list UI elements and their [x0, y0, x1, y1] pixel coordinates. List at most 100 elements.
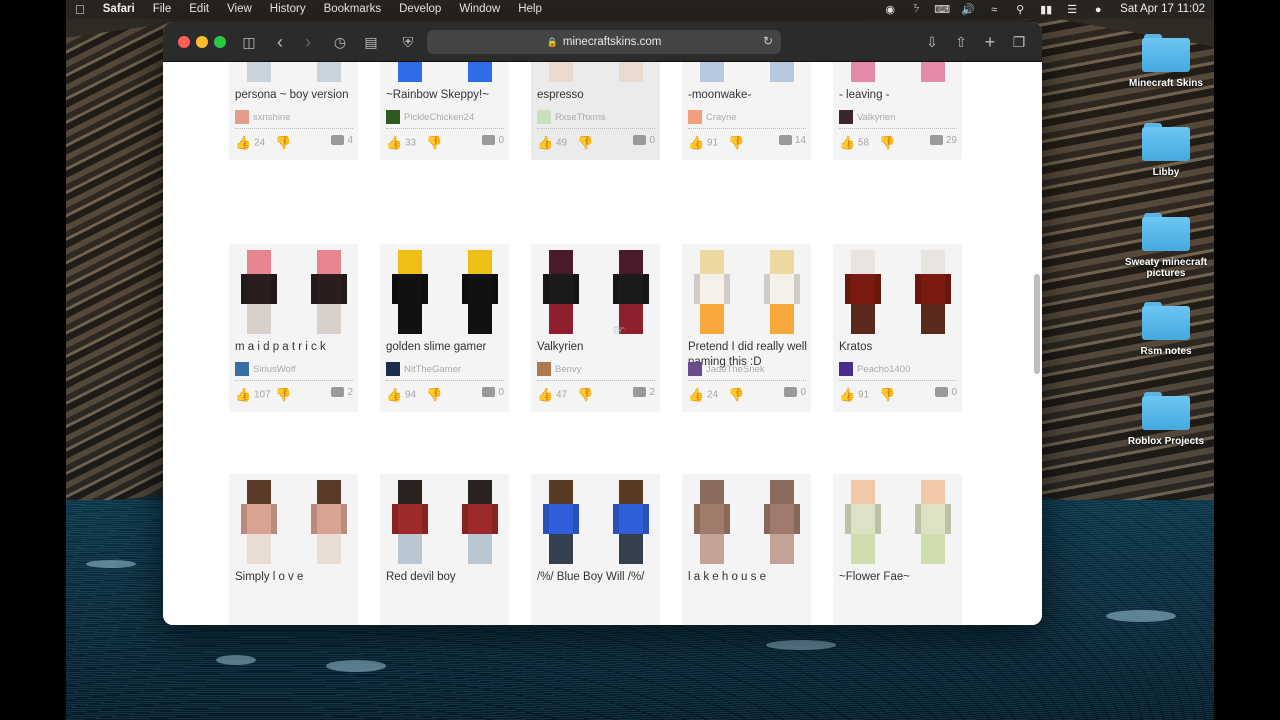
like-button[interactable]: 👍 24 — [688, 387, 718, 403]
forward-button-icon[interactable]: › — [297, 31, 319, 53]
downloads-icon[interactable]: ⇩ — [921, 31, 943, 53]
skin-card[interactable]: Red devil boy — [380, 474, 509, 625]
skin-title[interactable]: Valkyrien — [537, 340, 657, 355]
menu-app-name[interactable]: Safari — [94, 0, 144, 19]
like-button[interactable]: 👍 91 — [839, 387, 869, 403]
skin-author[interactable]: Benvy — [537, 362, 655, 376]
dislike-button[interactable]: 👎 — [728, 387, 744, 403]
volume-icon[interactable]: 🔊 — [955, 3, 981, 16]
menu-edit[interactable]: Edit — [180, 0, 218, 19]
skin-card[interactable]: - leaving - Valkyrien 👍 58 👎 29 — [833, 62, 962, 160]
like-button[interactable]: 👍 107 — [235, 387, 271, 403]
menu-view[interactable]: View — [218, 0, 261, 19]
close-window-button[interactable] — [178, 36, 190, 48]
skin-author[interactable]: PickleChicken24 — [386, 110, 504, 124]
skin-preview-image[interactable] — [229, 62, 358, 87]
zoom-window-button[interactable] — [214, 36, 226, 48]
siri-icon[interactable]: ● — [1085, 4, 1111, 16]
desktop-folder-libby[interactable]: Libby — [1116, 123, 1216, 178]
skin-preview-image[interactable] — [380, 474, 509, 569]
skin-title[interactable]: - leaving - — [839, 88, 959, 103]
minimize-window-button[interactable] — [196, 36, 208, 48]
skin-author[interactable]: RxseThxrns — [537, 110, 655, 124]
skin-title[interactable]: espresso — [537, 88, 657, 103]
skin-title[interactable]: l a k e h o u s e — [688, 570, 808, 585]
skin-preview-image[interactable] — [833, 244, 962, 339]
dislike-button[interactable]: 👎 — [577, 135, 593, 151]
skin-author[interactable]: SiriusWolf — [235, 362, 353, 376]
tab-overview-icon[interactable]: ❐ — [1008, 31, 1030, 53]
back-button-icon[interactable]: ‹ — [269, 31, 291, 53]
reload-icon[interactable]: ↻ — [763, 34, 773, 48]
desktop-folder-roblox-projects[interactable]: Roblox Projects — [1116, 392, 1216, 447]
skin-preview-image[interactable] — [531, 62, 660, 87]
menu-file[interactable]: File — [144, 0, 181, 19]
bluetooth-icon[interactable]: ᜢ — [903, 3, 929, 16]
like-button[interactable]: 👍 58 — [839, 135, 869, 151]
page-scrollbar[interactable] — [1034, 274, 1040, 374]
menu-bookmarks[interactable]: Bookmarks — [315, 0, 391, 19]
dislike-button[interactable]: 👎 — [275, 387, 291, 403]
comments-button[interactable]: 0 — [784, 387, 806, 398]
like-button[interactable]: 👍 33 — [386, 135, 416, 151]
skin-card[interactable]: golden slime gamer NitTheGamer 👍 94 👎 0 — [380, 244, 509, 412]
desktop-folder-minecraft-skins[interactable]: Minecraft Skins — [1116, 34, 1216, 89]
skin-card[interactable]: l a k e h o u s e — [682, 474, 811, 625]
comments-button[interactable]: 29 — [929, 135, 957, 146]
menu-help[interactable]: Help — [509, 0, 551, 19]
skin-title[interactable]: Red devil boy — [386, 570, 506, 585]
menu-clock[interactable]: Sat Apr 17 11:02 — [1111, 0, 1214, 19]
comments-button[interactable]: 2 — [633, 387, 655, 398]
skin-card[interactable]: persona ~ boy version sxnshine 👍 24 👎 4 — [229, 62, 358, 160]
record-icon[interactable]: ◉ — [877, 3, 903, 16]
skin-preview-image[interactable] — [833, 62, 962, 87]
skin-author[interactable]: Valkyrien — [839, 110, 957, 124]
control-center-icon[interactable]: ☰ — [1059, 3, 1085, 16]
dislike-button[interactable]: 👎 — [879, 135, 895, 151]
sidebar-toggle-icon[interactable]: ◫ — [238, 31, 260, 53]
skin-title[interactable]: ~Rainbow Skeppy!~ — [386, 88, 506, 103]
like-button[interactable]: 👍 91 — [688, 135, 718, 151]
skin-title[interactable]: /%/ Blue Boy Will /%/ — [537, 570, 657, 585]
skin-author[interactable]: sxnshine — [235, 110, 353, 124]
skin-title[interactable]: ~Flower Fae~ — [839, 570, 959, 585]
skin-preview-image[interactable] — [682, 62, 811, 87]
like-button[interactable]: 👍 47 — [537, 387, 567, 403]
skin-preview-image[interactable] — [229, 244, 358, 339]
comments-button[interactable]: 14 — [778, 135, 806, 146]
skin-card[interactable]: -moonwake- Crayne 👍 91 👎 14 — [682, 62, 811, 160]
skin-card[interactable]: Simply l o v e — [229, 474, 358, 625]
apple-icon[interactable]:  — [66, 0, 94, 19]
comments-button[interactable]: 0 — [482, 135, 504, 146]
menu-history[interactable]: History — [261, 0, 315, 19]
skin-title[interactable]: Simply l o v e — [235, 570, 355, 585]
dislike-button[interactable]: 👎 — [728, 135, 744, 151]
skin-preview-image[interactable] — [682, 474, 811, 569]
dislike-button[interactable]: 👎 — [426, 387, 442, 403]
battery-icon[interactable]: ▮▮ — [1033, 3, 1059, 16]
skin-title[interactable]: Kratos — [839, 340, 959, 355]
reader-mode-icon[interactable]: ▤ — [360, 31, 382, 53]
skin-card[interactable]: espresso RxseThxrns 👍 49 👎 0 — [531, 62, 660, 160]
skin-title[interactable]: m a i d p a t r i c k — [235, 340, 355, 355]
share-icon[interactable]: ⇧ — [950, 31, 972, 53]
comments-button[interactable]: 2 — [331, 387, 353, 398]
skin-author[interactable]: Crayne — [688, 110, 806, 124]
like-button[interactable]: 👍 94 — [386, 387, 416, 403]
menu-window[interactable]: Window — [450, 0, 509, 19]
skin-title[interactable]: -moonwake- — [688, 88, 808, 103]
like-button[interactable]: 👍 24 — [235, 135, 265, 151]
skin-card[interactable]: Kratos Peacho1400 👍 91 👎 0 — [833, 244, 962, 412]
skin-card[interactable]: m a i d p a t r i c k SiriusWolf 👍 107 👎 2 — [229, 244, 358, 412]
skin-card[interactable]: Valkyrien Benvy 👍 47 👎 2 — [531, 244, 660, 412]
dislike-button[interactable]: 👎 — [879, 387, 895, 403]
skin-preview-image[interactable] — [682, 244, 811, 339]
history-clock-icon[interactable]: ◷ — [329, 31, 351, 53]
like-button[interactable]: 👍 49 — [537, 135, 567, 151]
skin-author[interactable]: NitTheGamer — [386, 362, 504, 376]
address-bar[interactable]: 🔒 minecraftskins.com ↻ — [427, 30, 781, 54]
skin-preview-image[interactable] — [229, 474, 358, 569]
comments-button[interactable]: 0 — [633, 135, 655, 146]
dislike-button[interactable]: 👎 — [426, 135, 442, 151]
skin-title[interactable]: persona ~ boy version — [235, 88, 355, 103]
